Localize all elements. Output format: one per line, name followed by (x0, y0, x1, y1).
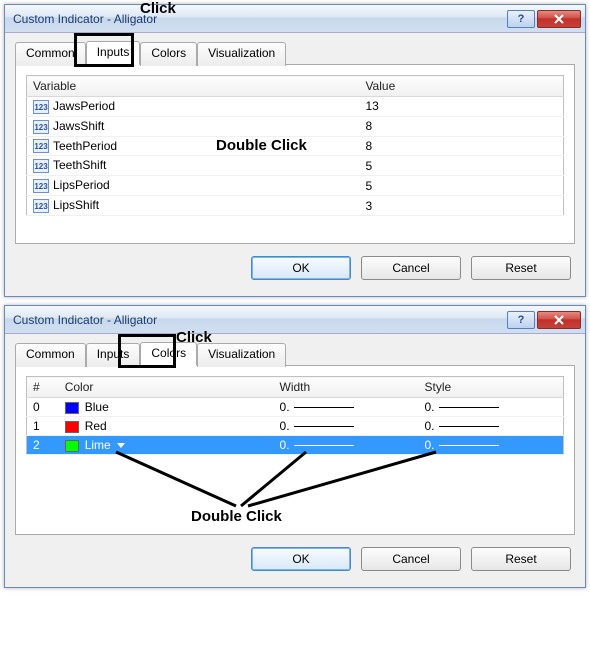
col-index[interactable]: # (27, 377, 59, 398)
col-style[interactable]: Style (419, 377, 564, 398)
window-title: Custom Indicator - Alligator (13, 12, 505, 26)
variable-name: LipsShift (53, 198, 99, 212)
color-name: Red (85, 419, 107, 433)
number-icon: 123 (33, 139, 49, 153)
number-icon: 123 (33, 179, 49, 193)
dialog-inputs: Custom Indicator - Alligator ? Common In… (4, 4, 586, 297)
cancel-button[interactable]: Cancel (361, 547, 461, 571)
close-button[interactable] (537, 10, 581, 28)
line-sample-icon (294, 426, 354, 427)
inputs-table[interactable]: Variable Value 123 JawsPeriod 13 123 JawsShi… (26, 75, 564, 216)
color-swatch[interactable] (65, 440, 79, 452)
ok-button[interactable]: OK (251, 256, 351, 280)
cancel-button[interactable]: Cancel (361, 256, 461, 280)
variable-name: LipsPeriod (53, 178, 110, 192)
tab-visualization[interactable]: Visualization (197, 343, 286, 367)
variable-name: TeethShift (53, 158, 106, 172)
number-icon: 123 (33, 100, 49, 114)
window-title: Custom Indicator - Alligator (13, 313, 505, 327)
color-swatch[interactable] (65, 402, 79, 414)
tab-inputs[interactable]: Inputs (86, 343, 141, 367)
table-row[interactable]: 123 JawsPeriod 13 (27, 97, 564, 117)
width-value[interactable]: 0. (280, 400, 290, 414)
variable-value[interactable]: 3 (359, 196, 563, 216)
col-value[interactable]: Value (359, 76, 563, 97)
tab-strip: Common Inputs Colors Visualization (15, 41, 575, 65)
help-button[interactable]: ? (507, 311, 535, 329)
row-index: 0 (27, 398, 59, 417)
chevron-down-icon[interactable] (117, 443, 125, 448)
variable-name: TeethPeriod (53, 139, 117, 153)
table-row[interactable]: 123 LipsShift 3 (27, 196, 564, 216)
variable-value[interactable]: 8 (359, 136, 563, 156)
reset-button[interactable]: Reset (471, 256, 571, 280)
number-icon: 123 (33, 199, 49, 213)
width-value[interactable]: 0. (280, 438, 290, 452)
tab-inputs[interactable]: Inputs (86, 41, 141, 65)
number-icon: 123 (33, 120, 49, 134)
width-value[interactable]: 0. (280, 419, 290, 433)
tab-visualization[interactable]: Visualization (197, 42, 286, 66)
annotation-double-click: Double Click (191, 508, 282, 525)
table-row[interactable]: 2 Lime 0. 0. (27, 436, 564, 455)
variable-value[interactable]: 5 (359, 176, 563, 196)
col-color[interactable]: Color (59, 377, 274, 398)
tab-common[interactable]: Common (15, 42, 86, 66)
col-width[interactable]: Width (274, 377, 419, 398)
close-icon (553, 315, 565, 325)
table-row[interactable]: 0 Blue 0. 0. (27, 398, 564, 417)
row-index: 2 (27, 436, 59, 455)
tab-colors[interactable]: Colors (140, 42, 197, 66)
style-value[interactable]: 0. (425, 419, 435, 433)
dialog-colors: Custom Indicator - Alligator ? Common In… (4, 305, 586, 588)
button-row: OK Cancel Reset (15, 535, 575, 577)
line-sample-icon (439, 407, 499, 408)
ok-button[interactable]: OK (251, 547, 351, 571)
tab-strip: Common Inputs Colors Visualization (15, 342, 575, 366)
titlebar[interactable]: Custom Indicator - Alligator ? (5, 5, 585, 33)
row-index: 1 (27, 417, 59, 436)
colors-panel: # Color Width Style 0 Blue 0. 0. 1 Red 0. 0. 2 Li… (15, 365, 575, 535)
tab-common[interactable]: Common (15, 343, 86, 367)
titlebar[interactable]: Custom Indicator - Alligator ? (5, 306, 585, 334)
reset-button[interactable]: Reset (471, 547, 571, 571)
variable-value[interactable]: 13 (359, 97, 563, 117)
line-sample-icon (439, 445, 499, 446)
close-icon (553, 14, 565, 24)
table-row[interactable]: 123 TeethShift 5 (27, 156, 564, 176)
color-name: Lime (85, 438, 111, 452)
variable-value[interactable]: 8 (359, 116, 563, 136)
number-icon: 123 (33, 159, 49, 173)
line-sample-icon (294, 407, 354, 408)
table-row[interactable]: 123 JawsShift 8 (27, 116, 564, 136)
line-sample-icon (439, 426, 499, 427)
inputs-panel: Variable Value 123 JawsPeriod 13 123 JawsShi… (15, 64, 575, 244)
tab-colors[interactable]: Colors (140, 342, 197, 366)
table-row[interactable]: 123 LipsPeriod 5 (27, 176, 564, 196)
color-swatch[interactable] (65, 421, 79, 433)
button-row: OK Cancel Reset (15, 244, 575, 286)
table-row[interactable]: 1 Red 0. 0. (27, 417, 564, 436)
color-name: Blue (85, 400, 109, 414)
variable-value[interactable]: 5 (359, 156, 563, 176)
style-value[interactable]: 0. (425, 400, 435, 414)
style-value[interactable]: 0. (425, 438, 435, 452)
table-row[interactable]: 123 TeethPeriod 8 (27, 136, 564, 156)
line-sample-icon (294, 445, 354, 446)
help-button[interactable]: ? (507, 10, 535, 28)
close-button[interactable] (537, 311, 581, 329)
col-variable[interactable]: Variable (27, 76, 360, 97)
colors-table[interactable]: # Color Width Style 0 Blue 0. 0. 1 Red 0. 0. 2 Li… (26, 376, 564, 455)
variable-name: JawsPeriod (53, 99, 115, 113)
variable-name: JawsShift (53, 119, 104, 133)
